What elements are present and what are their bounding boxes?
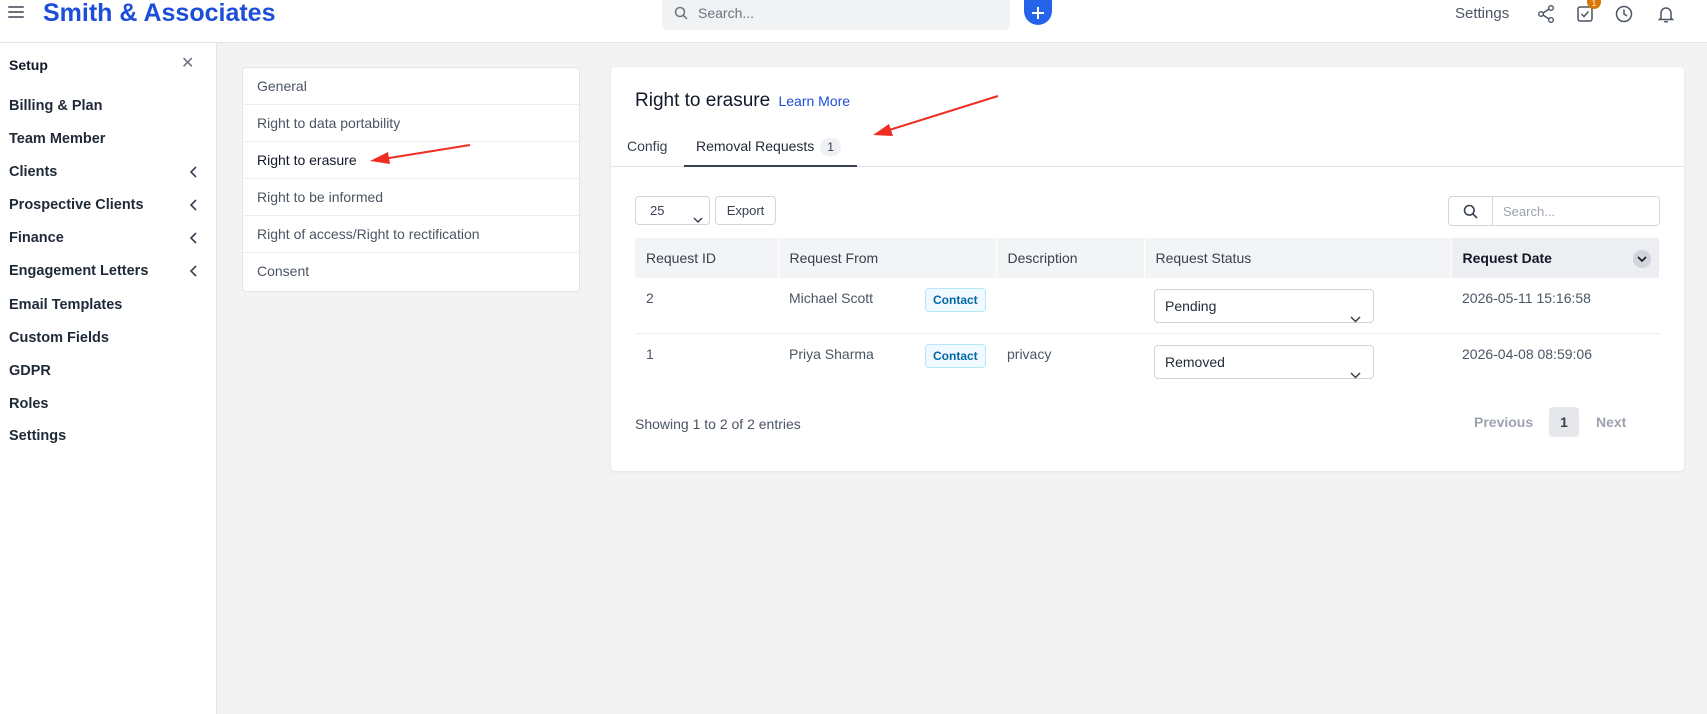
col-request-date[interactable]: Request Date bbox=[1451, 238, 1660, 278]
close-icon[interactable]: ✕ bbox=[181, 56, 194, 72]
contact-badge[interactable]: Contact bbox=[925, 343, 986, 368]
table-row: 2 Michael Scott Contact Pending 2026-05-… bbox=[635, 278, 1660, 334]
top-bar: Smith & Associates Settings 1 bbox=[0, 0, 1707, 43]
gdpr-nav-consent[interactable]: Consent bbox=[243, 253, 579, 290]
cell-request-status: Pending bbox=[1144, 278, 1451, 334]
table-row: 1 Priya Sharma Contact privacy Removed 2… bbox=[635, 333, 1660, 388]
export-button[interactable]: Export bbox=[715, 196, 776, 225]
removal-requests-table: Request ID Request From Description Requ… bbox=[635, 238, 1660, 388]
tab-config[interactable]: Config bbox=[627, 134, 667, 167]
col-request-status[interactable]: Request Status bbox=[1144, 238, 1452, 278]
status-select[interactable]: Pending bbox=[1154, 289, 1374, 323]
tab-removal-requests[interactable]: Removal Requests 1 bbox=[684, 134, 857, 167]
erasure-panel: Right to erasure Learn More Config Remov… bbox=[611, 67, 1684, 471]
sidebar-item-clients[interactable]: Clients bbox=[9, 164, 199, 180]
col-request-id[interactable]: Request ID bbox=[635, 238, 779, 278]
sidebar-item-finance[interactable]: Finance bbox=[9, 230, 199, 246]
requester-name: Michael Scott bbox=[789, 290, 874, 306]
sidebar-item-team-member[interactable]: Team Member bbox=[9, 131, 199, 147]
page-length-select[interactable]: 25 bbox=[635, 196, 710, 225]
pagination-page-1[interactable]: 1 bbox=[1549, 407, 1579, 437]
chevron-left-icon bbox=[189, 265, 199, 281]
chevron-down-icon bbox=[693, 206, 703, 233]
learn-more-link[interactable]: Learn More bbox=[778, 93, 850, 109]
gdpr-nav-right-to-be-informed[interactable]: Right to be informed bbox=[243, 179, 579, 216]
bell-icon[interactable] bbox=[1656, 4, 1676, 24]
sidebar-item-prospective-clients[interactable]: Prospective Clients bbox=[9, 197, 199, 213]
pagination-previous[interactable]: Previous bbox=[1474, 407, 1533, 437]
tabs: Config Removal Requests 1 bbox=[611, 134, 1684, 167]
chevron-left-icon bbox=[189, 232, 199, 248]
cell-description: privacy bbox=[1007, 345, 1052, 362]
brand-title[interactable]: Smith & Associates bbox=[43, 0, 275, 27]
table-info: Showing 1 to 2 of 2 entries bbox=[635, 416, 801, 432]
sidebar-item-email-templates[interactable]: Email Templates bbox=[9, 297, 199, 313]
gdpr-nav: General Right to data portability Right … bbox=[242, 67, 580, 292]
add-new-button[interactable] bbox=[1024, 0, 1052, 25]
tab-count-badge: 1 bbox=[820, 138, 841, 156]
setup-sidebar: Setup ✕ Billing & Plan Team Member Clien… bbox=[0, 43, 217, 714]
gdpr-nav-general[interactable]: General bbox=[243, 68, 579, 105]
gdpr-nav-right-to-erasure[interactable]: Right to erasure bbox=[243, 142, 579, 179]
sort-desc-icon[interactable] bbox=[1633, 250, 1651, 268]
sidebar-item-settings[interactable]: Settings bbox=[9, 428, 199, 444]
tasks-badge: 1 bbox=[1587, 0, 1601, 9]
cell-description bbox=[996, 278, 1144, 334]
requester-name: Priya Sharma bbox=[789, 345, 874, 362]
chevron-left-icon bbox=[189, 166, 199, 182]
status-select[interactable]: Removed bbox=[1154, 344, 1374, 379]
page-title: Right to erasure Learn More bbox=[635, 90, 851, 111]
plus-icon bbox=[1032, 6, 1044, 19]
search-icon bbox=[674, 6, 688, 23]
table-search[interactable] bbox=[1448, 196, 1660, 226]
sidebar-item-custom-fields[interactable]: Custom Fields bbox=[9, 330, 199, 346]
global-search-input[interactable] bbox=[698, 2, 998, 24]
sidebar-item-engagement-letters[interactable]: Engagement Letters bbox=[9, 263, 199, 279]
cell-request-status: Removed bbox=[1144, 333, 1451, 388]
contact-badge[interactable]: Contact bbox=[925, 288, 986, 312]
clock-icon[interactable] bbox=[1614, 4, 1634, 24]
cell-request-id: 1 bbox=[646, 345, 654, 362]
chevron-down-icon bbox=[1350, 302, 1361, 334]
share-icon[interactable] bbox=[1536, 4, 1556, 24]
gdpr-nav-access-rectification[interactable]: Right of access/Right to rectification bbox=[243, 216, 579, 253]
cell-request-id: 2 bbox=[635, 278, 778, 334]
gdpr-nav-data-portability[interactable]: Right to data portability bbox=[243, 105, 579, 142]
cell-request-date: 2026-04-08 08:59:06 bbox=[1462, 345, 1592, 362]
table-search-input[interactable] bbox=[1503, 201, 1653, 221]
col-request-from[interactable]: Request From bbox=[778, 238, 997, 278]
table-header-row: Request ID Request From Description Requ… bbox=[635, 238, 1660, 278]
chevron-left-icon bbox=[189, 199, 199, 215]
sidebar-title: Setup bbox=[9, 57, 48, 73]
global-search[interactable] bbox=[662, 0, 1010, 30]
sidebar-item-roles[interactable]: Roles bbox=[9, 396, 199, 412]
cell-request-from: Michael Scott Contact bbox=[778, 278, 996, 334]
cell-request-from: Priya Sharma Contact bbox=[778, 333, 996, 388]
sidebar-item-gdpr[interactable]: GDPR bbox=[9, 363, 199, 379]
cell-request-date: 2026-05-11 15:16:58 bbox=[1451, 278, 1660, 334]
search-icon bbox=[1449, 197, 1493, 225]
pagination-next[interactable]: Next bbox=[1596, 407, 1626, 437]
hamburger-menu-icon[interactable] bbox=[8, 6, 24, 20]
sidebar-item-billing-plan[interactable]: Billing & Plan bbox=[9, 98, 199, 114]
chevron-down-icon bbox=[1350, 358, 1361, 390]
col-description[interactable]: Description bbox=[996, 238, 1145, 278]
settings-link[interactable]: Settings bbox=[1455, 5, 1509, 22]
